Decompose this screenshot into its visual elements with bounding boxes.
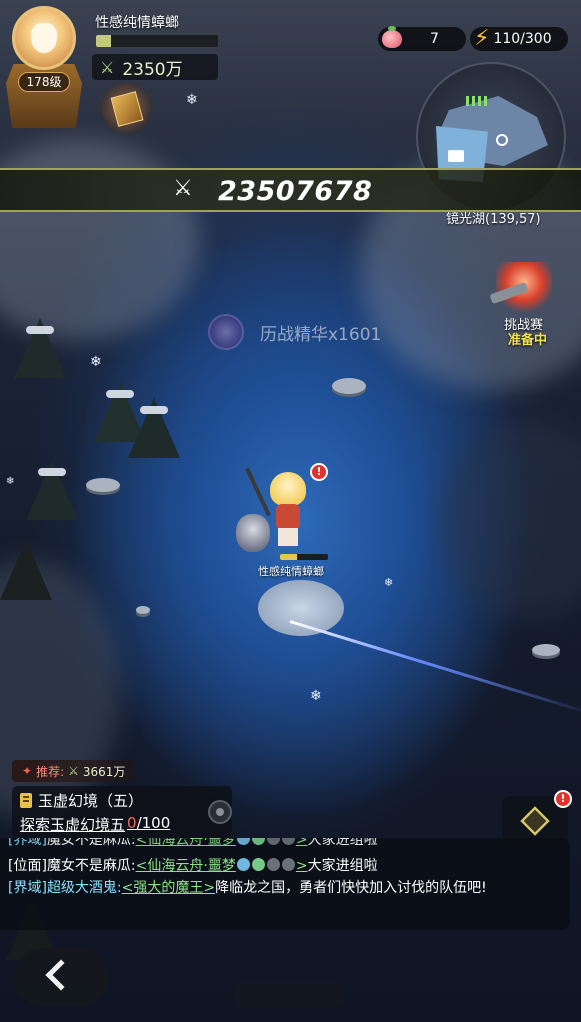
chat-user[interactable]: 魔女不是麻瓜: bbox=[47, 838, 136, 848]
combat-power-banner: ⚔ 23507678 bbox=[0, 168, 581, 212]
energy-counter[interactable]: ⚡ 110/300 bbox=[470, 27, 568, 51]
box-alert-badge: ! bbox=[554, 790, 572, 808]
locate-button[interactable] bbox=[208, 800, 232, 824]
hero-alert-badge[interactable]: ! bbox=[310, 463, 328, 481]
xp-bar-fill bbox=[96, 35, 111, 47]
crossed-swords-icon: ⚔ bbox=[173, 176, 193, 201]
snowflake-icon: ❄ bbox=[6, 476, 15, 487]
lightning-bolt-icon: ⚡ bbox=[474, 26, 490, 51]
peach-count: 7 bbox=[430, 31, 439, 47]
ice-hole bbox=[258, 580, 344, 636]
loot-toast: 历战精华x1601 bbox=[208, 312, 381, 352]
player-power-value: 2350万 bbox=[122, 59, 183, 80]
chat-link[interactable]: <仙海云舟·噩梦 bbox=[136, 858, 236, 874]
player-avatar[interactable]: 178级 bbox=[6, 6, 84, 128]
emoji-icon bbox=[281, 838, 295, 845]
xp-bar bbox=[95, 34, 219, 48]
hero-body bbox=[276, 504, 300, 530]
emoji-icon bbox=[236, 838, 250, 845]
snowflake-icon: ❄ bbox=[310, 688, 322, 704]
chat-user[interactable]: 超级大酒鬼: bbox=[47, 880, 122, 896]
chat-link-end[interactable]: > bbox=[296, 838, 308, 848]
combat-power-value: 23507678 bbox=[218, 176, 373, 207]
crossed-swords-icon: ⚔ bbox=[100, 57, 115, 77]
pine-tree bbox=[0, 540, 52, 600]
minimap-poi bbox=[466, 96, 490, 106]
quest-task: 探索玉虚幻境五 bbox=[20, 816, 126, 834]
snow-rock bbox=[86, 478, 120, 492]
chat-message: [界域]超级大酒鬼:<强大的魔王>降临龙之国，勇者们快快加入讨伐的队伍吧! bbox=[8, 878, 563, 898]
recommend-power: ✦ 推荐: ⚔ 3661万 bbox=[12, 760, 136, 782]
hero-legs bbox=[278, 528, 298, 546]
chat-link-end[interactable]: > bbox=[296, 858, 308, 874]
chat-link[interactable]: <仙海云舟·噩梦 bbox=[136, 838, 236, 848]
hero-hp-fill bbox=[280, 554, 297, 560]
challenge-status: 准备中 bbox=[508, 333, 548, 348]
chat-channel: [界域] bbox=[8, 880, 47, 896]
snowflake-icon: ❄ bbox=[186, 92, 198, 108]
quest-title-row: 玉虚幻境（五） bbox=[20, 790, 143, 811]
essence-icon bbox=[208, 314, 244, 350]
snowflake-icon: ❄ bbox=[384, 576, 394, 589]
chat-channel: [位面] bbox=[8, 858, 47, 874]
recommend-label: 推荐: bbox=[36, 764, 65, 779]
emoji-icon bbox=[266, 838, 280, 845]
player-name: 性感纯情蟑螂 bbox=[95, 15, 179, 31]
location-label: 镜光湖(139,57) bbox=[446, 212, 541, 227]
pine-tree bbox=[128, 398, 180, 458]
snow-rock bbox=[532, 644, 560, 656]
level-badge: 178级 bbox=[18, 72, 70, 92]
bottom-menu-bar[interactable] bbox=[234, 982, 344, 1008]
relic-item-button[interactable] bbox=[100, 82, 152, 134]
snow-rock bbox=[136, 606, 150, 614]
star-icon: ✦ bbox=[22, 764, 33, 778]
chat-channel: [界域] bbox=[8, 838, 47, 848]
loot-text: 历战精华x1601 bbox=[260, 324, 382, 345]
chat-link[interactable]: <强大的魔王> bbox=[122, 880, 215, 896]
chat-panel[interactable]: [界域]魔女不是麻瓜:<仙海云舟·噩梦 >大家进组啦 [位面]魔女不是麻瓜:<仙海… bbox=[0, 838, 570, 930]
quest-total: /100 bbox=[136, 814, 171, 832]
chevron-left-icon bbox=[45, 959, 77, 991]
snowflake-icon: ❄ bbox=[90, 354, 102, 370]
cube-box-icon bbox=[520, 806, 550, 836]
light-beam bbox=[289, 620, 581, 717]
chat-text: 降临龙之国，勇者们快快加入讨伐的队伍吧! bbox=[215, 880, 487, 896]
chat-message: [界域]魔女不是麻瓜:<仙海云舟·噩梦 >大家进组啦 bbox=[8, 838, 378, 850]
pine-tree bbox=[14, 318, 66, 378]
avatar bbox=[12, 6, 76, 70]
crossed-swords-icon: ⚔ bbox=[68, 764, 79, 778]
player-power: ⚔ 2350万 bbox=[92, 54, 218, 80]
fog-cloud bbox=[440, 420, 581, 620]
quest-current: 0 bbox=[127, 814, 137, 832]
chat-text: 大家进组啦 bbox=[307, 838, 378, 848]
minimap-target-marker bbox=[496, 134, 508, 146]
pine-tree bbox=[26, 460, 78, 520]
emoji-icon bbox=[251, 838, 265, 845]
minimap-player-marker bbox=[448, 150, 464, 162]
challenge-character-icon bbox=[496, 262, 552, 312]
player-character[interactable] bbox=[245, 466, 312, 552]
quest-tracker[interactable]: 玉虚幻境（五） 探索玉虚幻境五 0 /100 bbox=[12, 786, 232, 838]
emoji-icon bbox=[251, 858, 265, 871]
book-icon bbox=[20, 793, 32, 808]
quest-progress[interactable]: 探索玉虚幻境五 0 /100 bbox=[20, 814, 170, 835]
snow-rock bbox=[332, 378, 366, 394]
emoji-icon bbox=[266, 858, 280, 871]
peach-counter[interactable]: 7 bbox=[378, 26, 466, 51]
back-button[interactable] bbox=[14, 948, 109, 1006]
hero-head bbox=[270, 472, 306, 506]
chat-text: 大家进组啦 bbox=[307, 858, 378, 874]
quest-title: 玉虚幻境（五） bbox=[38, 792, 144, 810]
energy-count: 110/300 bbox=[493, 31, 552, 47]
hero-hp-bar bbox=[280, 554, 328, 560]
chat-message: [位面]魔女不是麻瓜:<仙海云舟·噩梦 >大家进组啦 bbox=[8, 856, 378, 876]
recommend-value: 3661万 bbox=[82, 764, 126, 779]
chat-user[interactable]: 魔女不是麻瓜: bbox=[47, 858, 136, 874]
challenge-button[interactable]: 挑战赛 准备中 bbox=[490, 262, 570, 348]
emoji-icon bbox=[281, 858, 295, 871]
emoji-icon bbox=[236, 858, 250, 871]
hero-name: 性感纯情蟑螂 bbox=[258, 565, 324, 578]
peach-icon bbox=[382, 26, 402, 48]
